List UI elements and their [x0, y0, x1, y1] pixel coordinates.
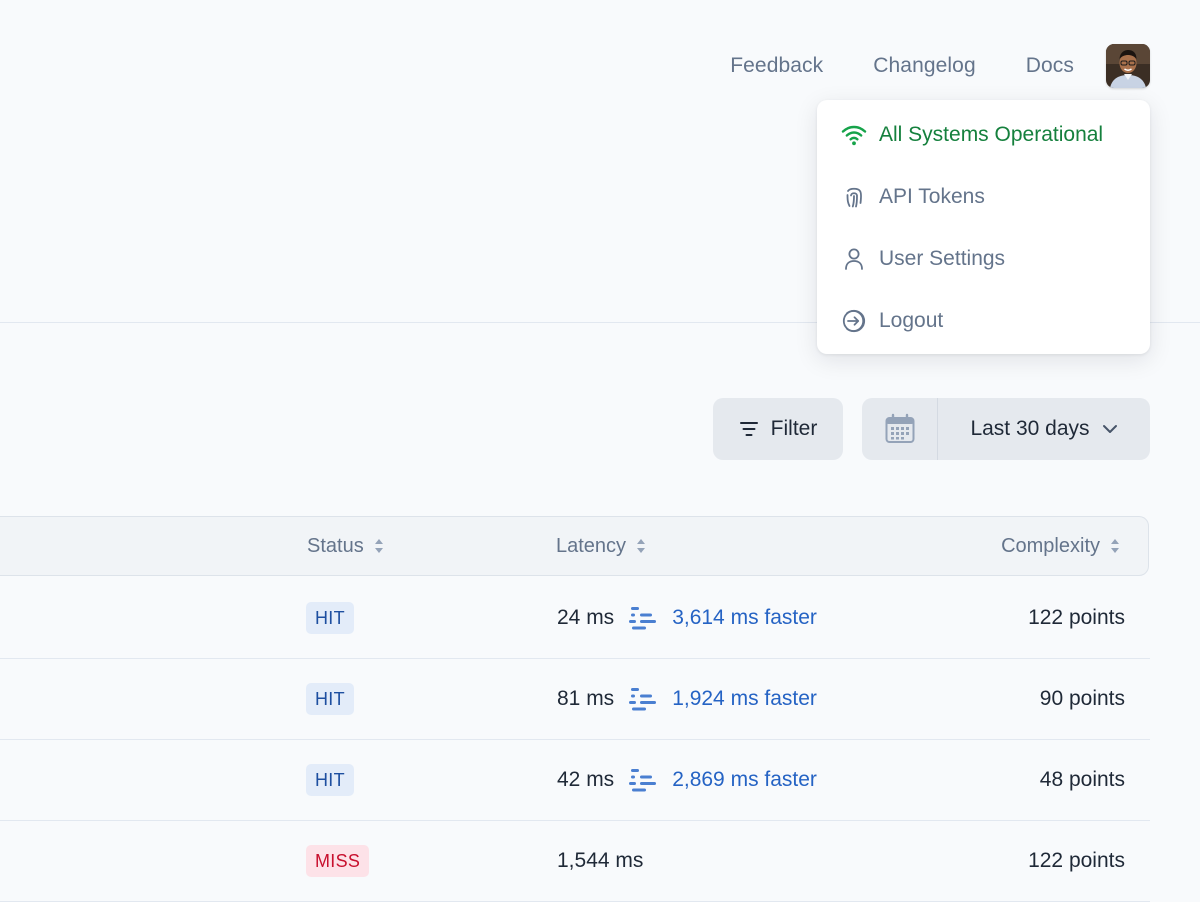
- wifi-icon: [841, 122, 867, 148]
- status-badge: HIT: [306, 764, 354, 796]
- nav-link-feedback[interactable]: Feedback: [730, 54, 823, 78]
- latency-cell: 24 ms 3,614 ms faster: [557, 578, 817, 658]
- latency-improvement: 2,869 ms faster: [672, 768, 817, 791]
- user-dropdown-menu: All Systems Operational API Tokens User …: [817, 100, 1150, 354]
- top-nav: Feedback Changelog Docs: [730, 44, 1150, 88]
- logout-icon: [841, 308, 867, 334]
- menu-item-user-settings[interactable]: User Settings: [817, 228, 1150, 290]
- menu-item-label: API Tokens: [879, 185, 985, 208]
- table-body: HIT 24 ms 3,614 ms faster 122 points HIT…: [0, 578, 1150, 902]
- menu-item-label: User Settings: [879, 247, 1006, 270]
- waterfall-icon: [628, 605, 658, 631]
- column-header-complexity[interactable]: Complexity: [1001, 517, 1120, 575]
- column-header-latency[interactable]: Latency: [556, 517, 646, 575]
- table-row[interactable]: HIT 42 ms 2,869 ms faster 48 points: [0, 740, 1150, 821]
- latency-value: 42 ms: [557, 768, 615, 791]
- latency-improvement: 3,614 ms faster: [672, 606, 817, 629]
- table-row[interactable]: HIT 81 ms 1,924 ms faster 90 points: [0, 659, 1150, 740]
- sort-icon: [1110, 538, 1120, 554]
- calendar-icon: [885, 413, 914, 443]
- latency-cell: 81 ms 1,924 ms faster: [557, 659, 817, 739]
- latency-improvement: 1,924 ms faster: [672, 687, 817, 710]
- chevron-down-icon: [1102, 424, 1118, 434]
- menu-item-api-tokens[interactable]: API Tokens: [817, 166, 1150, 228]
- date-range-picker: Last 30 days: [862, 398, 1150, 460]
- latency-cell: 1,544 ms: [557, 821, 643, 901]
- menu-item-label: Logout: [879, 309, 944, 332]
- avatar[interactable]: [1106, 44, 1150, 88]
- user-icon: [841, 246, 867, 272]
- column-header-status[interactable]: Status: [307, 517, 384, 575]
- complexity-value: 122 points: [1028, 606, 1125, 629]
- sort-icon: [636, 538, 646, 554]
- menu-item-system-status[interactable]: All Systems Operational: [817, 104, 1150, 166]
- latency-cell: 42 ms 2,869 ms faster: [557, 740, 817, 820]
- complexity-value: 122 points: [1028, 849, 1125, 872]
- menu-item-logout[interactable]: Logout: [817, 290, 1150, 352]
- table-row[interactable]: HIT 24 ms 3,614 ms faster 122 points: [0, 578, 1150, 659]
- filter-icon: [739, 420, 759, 438]
- nav-link-docs[interactable]: Docs: [1026, 54, 1074, 78]
- table-row[interactable]: MISS 1,544 ms 122 points: [0, 821, 1150, 902]
- fingerprint-icon: [841, 184, 867, 210]
- calendar-button[interactable]: [862, 398, 938, 460]
- complexity-value: 48 points: [1039, 768, 1125, 791]
- avatar-image: [1106, 44, 1150, 88]
- date-range-select[interactable]: Last 30 days: [938, 398, 1150, 460]
- complexity-value: 90 points: [1039, 687, 1125, 710]
- status-badge: HIT: [306, 602, 354, 634]
- status-badge: HIT: [306, 683, 354, 715]
- column-header-status-label: Status: [307, 534, 364, 557]
- waterfall-icon: [628, 767, 658, 793]
- latency-value: 1,544 ms: [557, 849, 644, 872]
- table-header: Status Latency Complexity: [0, 516, 1149, 576]
- status-badge: MISS: [306, 845, 370, 877]
- sort-icon: [374, 538, 384, 554]
- filter-button[interactable]: Filter: [713, 398, 843, 460]
- column-header-latency-label: Latency: [556, 534, 627, 557]
- waterfall-icon: [628, 686, 658, 712]
- column-header-complexity-label: Complexity: [1001, 534, 1100, 557]
- latency-value: 24 ms: [557, 606, 615, 629]
- nav-link-changelog[interactable]: Changelog: [873, 54, 976, 78]
- date-range-label: Last 30 days: [970, 417, 1090, 440]
- menu-item-label: All Systems Operational: [879, 123, 1104, 146]
- latency-value: 81 ms: [557, 687, 615, 710]
- filter-label: Filter: [770, 417, 818, 440]
